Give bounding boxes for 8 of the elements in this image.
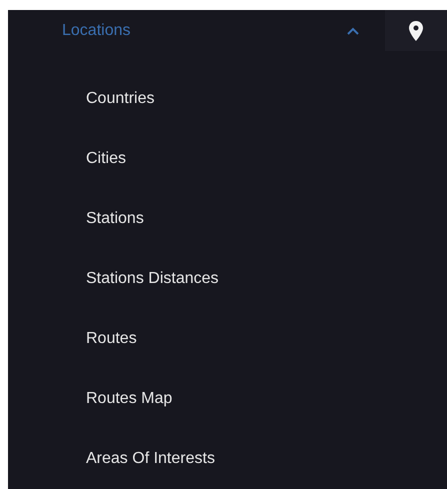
submenu-item[interactable]: Cities (8, 129, 393, 189)
submenu-item[interactable]: Areas Of Interests (8, 429, 393, 489)
submenu-item[interactable]: Routes (8, 309, 393, 369)
submenu-item[interactable]: Routes Map (8, 369, 393, 429)
map-pin-icon[interactable] (409, 20, 423, 40)
submenu-item[interactable]: Countries (8, 69, 393, 129)
submenu-item[interactable]: Stations Distances (8, 249, 393, 309)
submenu-item[interactable]: Stations (8, 189, 393, 249)
